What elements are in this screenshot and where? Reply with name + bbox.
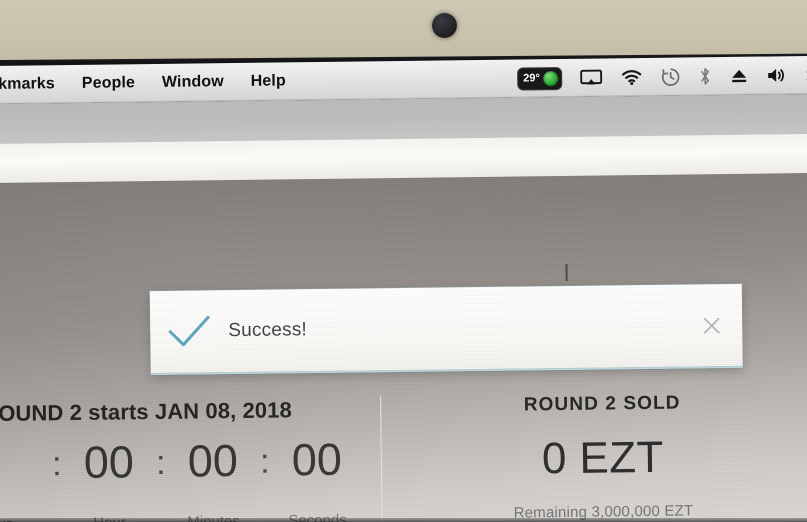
checkmark-icon xyxy=(150,314,228,349)
laptop-bezel-bottom xyxy=(0,518,807,522)
countdown-separator: : xyxy=(259,442,270,481)
wall-background xyxy=(0,0,807,62)
countdown-panel: ROUND 2 starts JAN 08, 2018 : 00 : 00 : … xyxy=(0,396,382,522)
countdown-value-days xyxy=(0,478,43,479)
success-toast[interactable]: Success! xyxy=(149,283,743,376)
sold-amount: 0 EZT xyxy=(541,432,665,484)
text-caret xyxy=(565,263,568,281)
screen-content: kmarks People Window Help 29° Success! R… xyxy=(0,55,807,522)
sold-title: ROUND 2 SOLD xyxy=(523,392,681,416)
eject-icon[interactable] xyxy=(730,68,748,84)
bluetooth-icon[interactable] xyxy=(699,67,711,85)
weather-temperature: 29° xyxy=(523,72,540,85)
close-icon[interactable] xyxy=(680,315,742,335)
wifi-icon[interactable] xyxy=(621,69,642,86)
time-machine-icon[interactable] xyxy=(661,67,680,86)
weather-widget[interactable]: 29° xyxy=(518,67,561,90)
countdown-title: ROUND 2 starts JAN 08, 2018 xyxy=(0,397,293,427)
web-page-content: Success! ROUND 2 starts JAN 08, 2018 : 0… xyxy=(0,172,807,522)
webcam-icon xyxy=(432,13,457,38)
countdown-value-seconds: 00 xyxy=(291,433,343,486)
menu-bar-items: kmarks People Window Help xyxy=(0,72,286,94)
countdown-digits: : 00 : 00 : 00 xyxy=(0,434,355,491)
menu-item-help[interactable]: Help xyxy=(251,72,286,90)
airplay-icon[interactable] xyxy=(579,69,602,86)
countdown-value-minutes: 00 xyxy=(187,435,239,487)
toast-message: Success! xyxy=(228,319,308,342)
menu-item-window[interactable]: Window xyxy=(162,73,224,92)
countdown-separator: : xyxy=(155,443,166,482)
sale-stats-row: ROUND 2 starts JAN 08, 2018 : 00 : 00 : … xyxy=(0,391,807,522)
menu-bar-tray: 29° xyxy=(518,64,807,90)
menu-item-bookmarks[interactable]: kmarks xyxy=(0,75,55,94)
laptop-screen-photo: kmarks People Window Help 29° Success! R… xyxy=(0,0,807,522)
volume-icon[interactable] xyxy=(767,67,787,83)
countdown-separator: : xyxy=(51,445,62,484)
green-circle-icon xyxy=(542,70,558,86)
countdown-value-hours: 00 xyxy=(83,436,135,488)
sold-panel: ROUND 2 SOLD 0 EZT Remaining 3,000,000 E… xyxy=(380,391,807,522)
menu-item-people[interactable]: People xyxy=(82,74,135,93)
